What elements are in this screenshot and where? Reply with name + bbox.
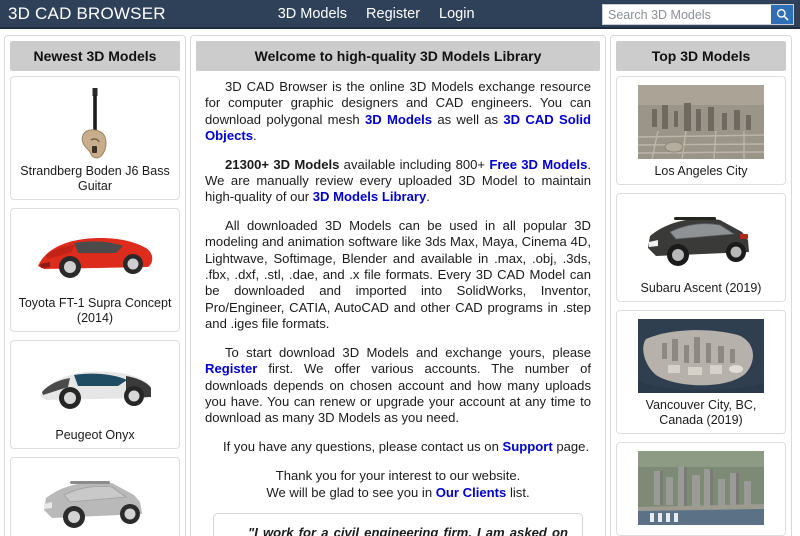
main-content-panel: Welcome to high-quality 3D Models Librar…	[190, 35, 606, 536]
site-logo[interactable]: 3D CAD BROWSER	[0, 4, 166, 24]
city-peninsula-thumbnail	[621, 317, 781, 395]
register-paragraph: To start download 3D Models and exchange…	[205, 345, 591, 427]
stats-paragraph: 21300+ 3D Models available including 800…	[205, 157, 591, 206]
page-title: Welcome to high-quality 3D Models Librar…	[196, 41, 600, 71]
testimonial-box: "I work for a civil engineering firm. I …	[213, 513, 583, 536]
main-navigation: 3D Models Register Login	[278, 6, 475, 22]
link-3d-models-library[interactable]: 3D Models Library	[313, 189, 427, 204]
register-text-2: first. We offer various accounts. The nu…	[205, 361, 591, 426]
white-sportscar-thumbnail	[15, 347, 175, 425]
link-register[interactable]: Register	[205, 361, 257, 376]
list-item-title: Vancouver City, BC, Canada (2019)	[645, 398, 757, 427]
page-body: Newest 3D Models Strandberg Boden J6 Bas…	[0, 29, 800, 536]
list-item[interactable]: Subaru Ascent (2019)	[616, 193, 786, 302]
list-item[interactable]: Toyota FT-1 Supra Concept (2014)	[10, 208, 180, 332]
silver-suv-thumbnail	[15, 464, 175, 536]
intro-paragraph: 3D CAD Browser is the online 3D Models e…	[205, 79, 591, 145]
list-item[interactable]: Los Angeles City	[616, 76, 786, 185]
newest-models-title: Newest 3D Models	[10, 41, 180, 71]
list-item[interactable]: Peugeot Onyx	[10, 340, 180, 449]
link-support[interactable]: Support	[503, 439, 553, 454]
intro-text-2: as well as	[432, 111, 504, 127]
intro-text-3: .	[253, 128, 257, 144]
list-item-title: Strandberg Boden J6 Bass Guitar	[20, 164, 170, 193]
support-text-2: page.	[552, 438, 590, 454]
testimonial-text: "I work for a civil engineering firm. I …	[248, 525, 568, 536]
support-paragraph: If you have any questions, please contac…	[205, 439, 591, 455]
model-count: 21300+ 3D Models	[225, 156, 340, 172]
link-our-clients[interactable]: Our Clients	[436, 485, 507, 500]
search-icon	[776, 8, 789, 21]
list-item-title: Toyota FT-1 Supra Concept (2014)	[18, 296, 172, 325]
city-aerial-thumbnail	[621, 83, 781, 161]
formats-paragraph: All downloaded 3D Models can be used in …	[205, 217, 591, 332]
list-item-title: Subaru Ascent (2019)	[640, 281, 762, 295]
newest-models-panel: Newest 3D Models Strandberg Boden J6 Bas…	[4, 35, 186, 536]
top-models-panel: Top 3D Models Los Angeles City Subaru As…	[610, 35, 792, 536]
list-item[interactable]: Strandberg Boden J6 Bass Guitar	[10, 76, 180, 200]
thanks-text-1: We will be glad to see you in	[266, 485, 436, 501]
main-article: 3D CAD Browser is the online 3D Models e…	[191, 71, 605, 536]
list-item[interactable]	[10, 457, 180, 536]
support-text-1: If you have any questions, please contac…	[223, 438, 503, 454]
guitar-thumbnail	[15, 83, 175, 161]
newest-models-list: Strandberg Boden J6 Bass Guitar Toyota F…	[5, 71, 185, 536]
stats-text-3: .	[426, 189, 430, 205]
stats-text-1: available including 800+	[339, 156, 490, 172]
search-button[interactable]	[771, 5, 793, 24]
list-item-title	[621, 527, 781, 531]
thanks-line-1: Thank you for your interest to our websi…	[275, 468, 521, 484]
city-downtown-thumbnail	[621, 449, 781, 527]
list-item[interactable]	[616, 442, 786, 536]
nav-item-login[interactable]: Login	[439, 6, 474, 22]
link-3d-models[interactable]: 3D Models	[365, 112, 432, 127]
top-models-list: Los Angeles City Subaru Ascent (2019) Va…	[611, 71, 791, 536]
list-item[interactable]: Vancouver City, BC, Canada (2019)	[616, 310, 786, 434]
nav-item-register[interactable]: Register	[366, 6, 420, 22]
black-suv-thumbnail	[621, 200, 781, 278]
top-models-title: Top 3D Models	[616, 41, 786, 71]
list-item-title: Peugeot Onyx	[55, 428, 135, 442]
search-input[interactable]	[603, 5, 771, 24]
nav-item-3d-models[interactable]: 3D Models	[278, 6, 347, 22]
thanks-text-2: list.	[506, 485, 530, 501]
register-text-1: To start download 3D Models and exchange…	[225, 344, 591, 360]
search-box	[602, 4, 794, 25]
red-sportscar-thumbnail	[15, 215, 175, 293]
thanks-paragraph: Thank you for your interest to our websi…	[205, 467, 591, 501]
link-free-3d-models[interactable]: Free 3D Models	[489, 157, 587, 172]
site-header: 3D CAD BROWSER 3D Models Register Login	[0, 0, 800, 29]
list-item-title: Los Angeles City	[654, 164, 748, 178]
